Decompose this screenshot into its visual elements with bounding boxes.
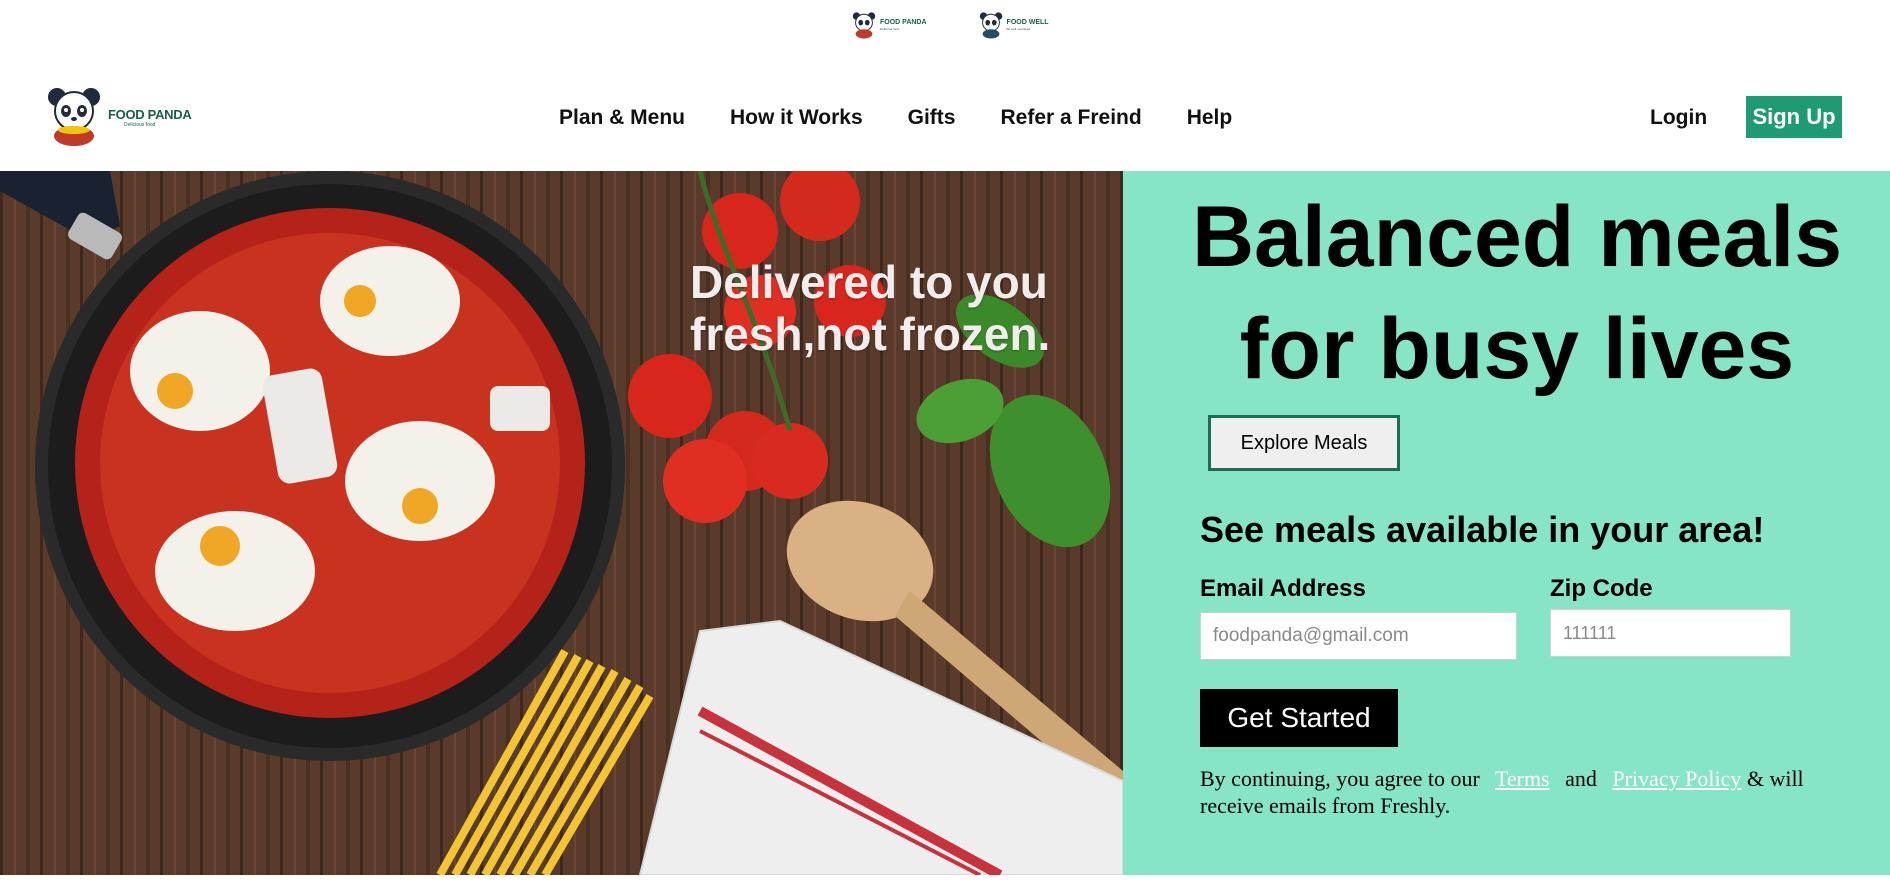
panda-logo-icon — [48, 88, 100, 146]
nav-how-it-works[interactable]: How it Works — [730, 106, 863, 130]
top-logos: FOOD PANDA Delicious food FOOD WELL Be wel… — [850, 10, 1049, 40]
mini-logo-tagline: Delicious food — [880, 27, 899, 31]
mini-logo-food-well[interactable]: FOOD WELL Be well nourished — [977, 10, 1049, 40]
mini-logo-text: FOOD PANDA — [880, 19, 927, 26]
nav-refer-a-friend[interactable]: Refer a Freind — [1000, 106, 1141, 130]
zip-label: Zip Code — [1550, 575, 1653, 602]
nav-help[interactable]: Help — [1187, 106, 1233, 130]
site-header: FOOD PANDA Delicious food Plan & Menu Ho… — [0, 60, 1890, 170]
nav-plan-menu[interactable]: Plan & Menu — [559, 106, 685, 130]
hero-caption: Delivered to you fresh,not frozen. — [690, 256, 1051, 360]
zip-code-field[interactable] — [1550, 609, 1791, 657]
panda-icon — [979, 12, 1002, 39]
hero-signup-panel: Balanced meals for busy lives Explore Me… — [1123, 171, 1890, 875]
hero-headline: Balanced meals for busy lives — [1191, 189, 1843, 397]
mini-logo-text: FOOD WELL — [1006, 19, 1049, 26]
area-title: See meals available in your area! — [1200, 509, 1765, 550]
get-started-button[interactable]: Get Started — [1200, 689, 1398, 747]
email-field[interactable] — [1200, 612, 1517, 660]
privacy-policy-link[interactable]: Privacy Policy — [1612, 766, 1741, 791]
explore-meals-button[interactable]: Explore Meals — [1208, 415, 1400, 471]
hero-food-image: Delivered to you fresh,not frozen. — [0, 171, 1123, 875]
mini-logo-tagline: Be well nourished — [1006, 27, 1031, 31]
login-link[interactable]: Login — [1650, 106, 1707, 130]
panda-icon — [852, 12, 876, 39]
terms-link[interactable]: Terms — [1495, 766, 1550, 791]
brand-name: FOOD PANDA — [108, 106, 192, 122]
mini-logo-food-panda[interactable]: FOOD PANDA Delicious food — [850, 10, 927, 40]
brand-logo[interactable]: FOOD PANDA Delicious food — [44, 86, 192, 148]
legal-text: By continuing, you agree to our Terms an… — [1200, 765, 1840, 819]
main-nav: Plan & Menu How it Works Gifts Refer a F… — [559, 106, 1277, 130]
email-label: Email Address — [1200, 575, 1366, 602]
signup-button[interactable]: Sign Up — [1746, 96, 1842, 138]
legal-and: and — [1565, 766, 1597, 791]
nav-gifts[interactable]: Gifts — [908, 106, 956, 130]
brand-tagline: Delicious food — [124, 121, 156, 128]
legal-prefix: By continuing, you agree to our — [1200, 766, 1480, 791]
